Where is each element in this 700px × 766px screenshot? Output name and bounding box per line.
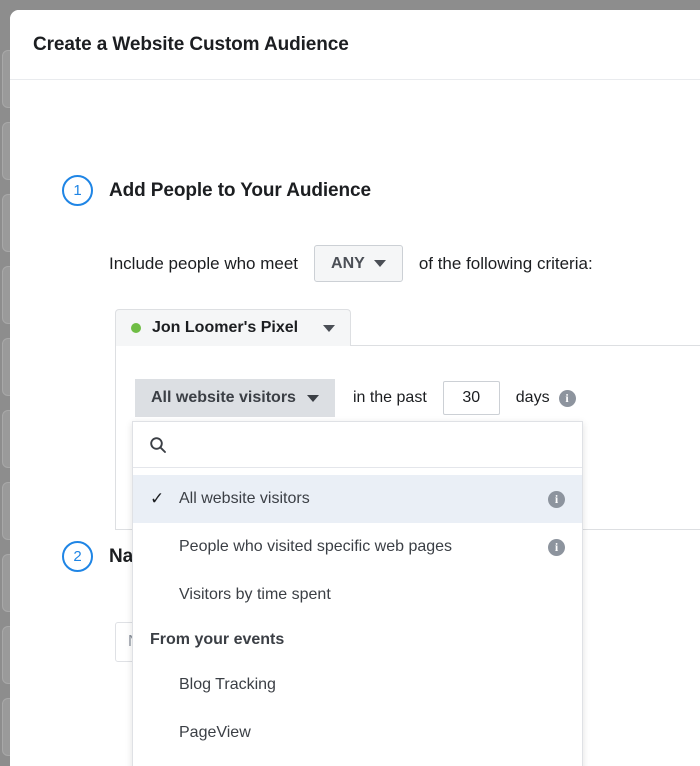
retention-days-input[interactable] <box>443 381 500 415</box>
check-icon: ✓ <box>150 489 179 509</box>
rule-source-dropdown-menu: ✓ All website visitors i People who visi… <box>132 421 583 766</box>
dropdown-item-label: Visitors by time spent <box>179 586 565 604</box>
criteria-prefix-text: Include people who meet <box>109 254 298 274</box>
step-1-label: Add People to Your Audience <box>109 180 371 202</box>
dropdown-item-blog-tracking[interactable]: Blog Tracking <box>133 661 582 709</box>
dropdown-item-label: PageView <box>179 724 565 742</box>
dropdown-group-header: From your events <box>133 619 582 661</box>
dropdown-item-all-website-visitors[interactable]: ✓ All website visitors i <box>133 475 582 523</box>
criteria-suffix-text: of the following criteria: <box>419 254 593 274</box>
dropdown-item-label: People who visited specific web pages <box>179 538 539 556</box>
dropdown-item-label: All website visitors <box>179 490 539 508</box>
modal-body: 1 Add People to Your Audience Include pe… <box>10 80 700 766</box>
step-1-badge: 1 <box>62 175 93 206</box>
page-title: Create a Website Custom Audience <box>33 34 349 56</box>
rule-row: All website visitors in the past days i <box>135 379 576 417</box>
dropdown-item-advancedevents[interactable]: AdvancedEvents <box>133 757 582 766</box>
rule-source-value: All website visitors <box>151 389 296 407</box>
retention-suffix-label: days <box>516 389 550 407</box>
step-1-heading: 1 Add People to Your Audience <box>62 175 371 206</box>
chevron-down-icon <box>307 395 319 402</box>
dropdown-item-visitors-by-time-spent[interactable]: Visitors by time spent <box>133 571 582 619</box>
info-icon[interactable]: i <box>559 390 576 407</box>
dropdown-search-input[interactable] <box>179 435 582 455</box>
dropdown-item-specific-web-pages[interactable]: People who visited specific web pages i <box>133 523 582 571</box>
info-icon[interactable]: i <box>548 539 565 556</box>
pixel-name-label: Jon Loomer's Pixel <box>152 319 298 337</box>
search-icon <box>149 436 167 454</box>
dropdown-item-label: Blog Tracking <box>179 676 565 694</box>
dropdown-list: ✓ All website visitors i People who visi… <box>133 468 582 766</box>
match-type-dropdown[interactable]: ANY <box>314 245 403 282</box>
pixel-status-dot-icon <box>131 323 141 333</box>
dropdown-search-row <box>133 422 582 468</box>
pixel-source-selector[interactable]: Jon Loomer's Pixel <box>115 309 351 346</box>
modal-header: Create a Website Custom Audience <box>10 10 700 80</box>
chevron-down-icon <box>323 325 335 332</box>
step-2-badge: 2 <box>62 541 93 572</box>
info-icon[interactable]: i <box>548 491 565 508</box>
criteria-intro-row: Include people who meet ANY of the follo… <box>109 245 593 282</box>
rule-source-dropdown[interactable]: All website visitors <box>135 379 335 417</box>
match-type-value: ANY <box>331 255 365 273</box>
create-audience-modal: Create a Website Custom Audience 1 Add P… <box>10 10 700 766</box>
chevron-down-icon <box>374 260 386 267</box>
dropdown-item-pageview[interactable]: PageView <box>133 709 582 757</box>
retention-prefix-label: in the past <box>353 389 427 407</box>
